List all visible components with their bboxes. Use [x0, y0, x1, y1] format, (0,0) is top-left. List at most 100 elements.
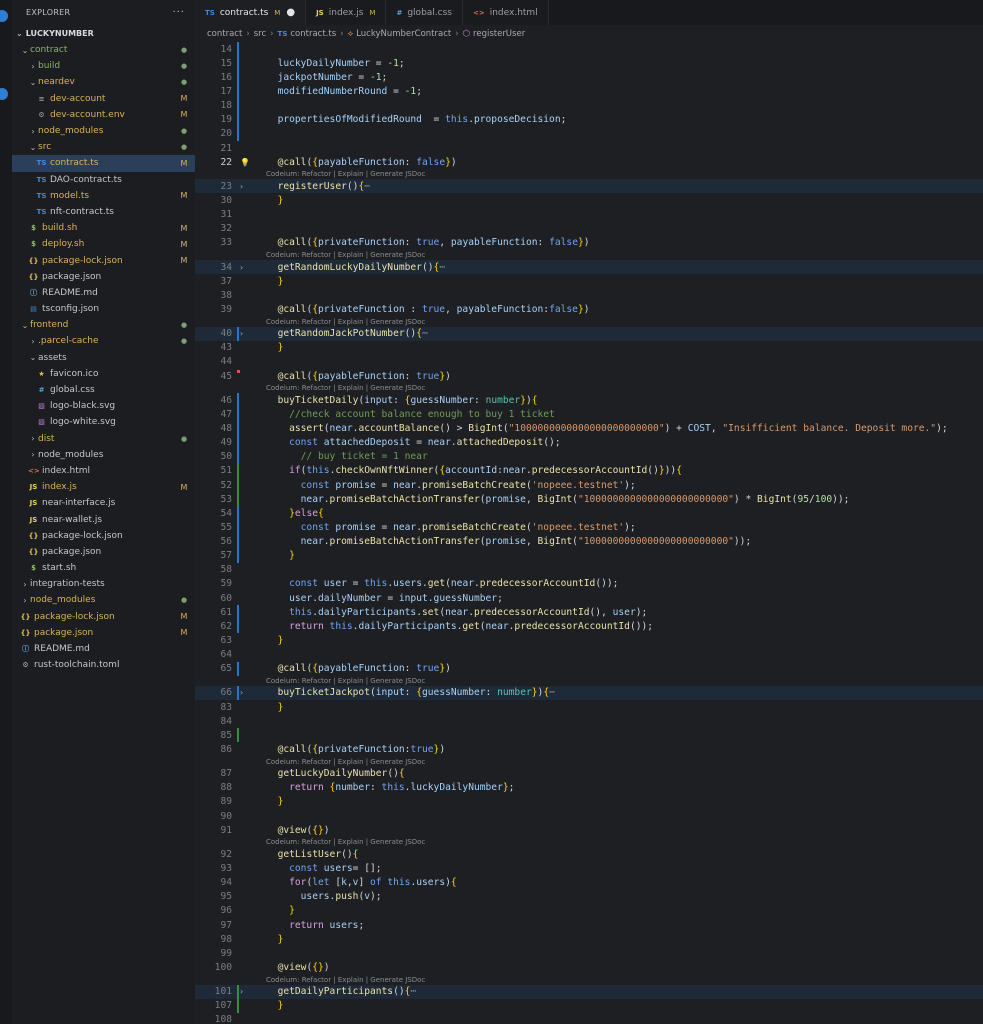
file-item[interactable]: {} package.json	[12, 544, 195, 560]
code-line[interactable]: 65 @call({payableFunction: true})	[195, 661, 983, 676]
folder-item[interactable]: ⌄ neardev ●	[12, 74, 195, 90]
code-line[interactable]: 91 @view({})	[195, 823, 983, 837]
code-line[interactable]: 17 modifiedNumberRound = -1;	[195, 84, 983, 99]
file-item[interactable]: JS near-interface.js	[12, 495, 195, 511]
code-line[interactable]: 59 const user = this.users.get(near.pred…	[195, 577, 983, 591]
code-text[interactable]: user.dailyNumber = input.guessNumber;	[266, 593, 503, 604]
code-line[interactable]: 14	[195, 42, 983, 57]
code-line[interactable]: 108	[195, 1013, 983, 1024]
code-text[interactable]: getRandomJackPotNumber(){⋯	[266, 328, 428, 339]
code-text[interactable]: @view({})	[266, 825, 330, 836]
code-line[interactable]: 44	[195, 355, 983, 369]
folder-item[interactable]: › node_modules	[12, 447, 195, 463]
file-item[interactable]: ⓘ README.md	[12, 285, 195, 301]
codelens-hint[interactable]: Codeium: Refactor | Explain | Generate J…	[195, 676, 983, 686]
folder-item[interactable]: ⌄ frontend ●	[12, 317, 195, 333]
code-line[interactable]: 22 💡 @call({payableFunction: false})	[195, 155, 983, 169]
file-item[interactable]: TS DAO-contract.ts	[12, 172, 195, 188]
code-line[interactable]: 89 }	[195, 795, 983, 809]
code-text[interactable]: const promise = near.promiseBatchCreate(…	[266, 480, 636, 491]
code-line[interactable]: 56 near.promiseBatchActionTransfer(promi…	[195, 534, 983, 549]
code-line[interactable]: 94 for(let [k,v] of this.users){	[195, 876, 983, 890]
code-text[interactable]: getRandomLuckyDailyNumber(){⋯	[266, 262, 446, 273]
code-text[interactable]: //check account balance enough to buy 1 …	[266, 409, 555, 420]
code-text[interactable]: }	[266, 796, 284, 807]
file-item[interactable]: # global.css	[12, 382, 195, 398]
codelens-hint[interactable]: Codeium: Refactor | Explain | Generate J…	[195, 317, 983, 327]
folder-item[interactable]: ⌄ contract ●	[12, 42, 195, 58]
code-line[interactable]: 52 const promise = near.promiseBatchCrea…	[195, 477, 983, 493]
code-line[interactable]: 61 this.dailyParticipants.set(near.prede…	[195, 605, 983, 620]
code-text[interactable]: }	[266, 276, 284, 287]
unsaved-dot-icon[interactable]: ●	[286, 7, 295, 18]
code-line[interactable]: 50 // buy ticket = 1 near	[195, 449, 983, 464]
fold-chevron-icon[interactable]: ›	[240, 182, 243, 191]
more-actions-icon[interactable]: ···	[172, 7, 185, 18]
file-item[interactable]: <> index.html	[12, 463, 195, 479]
code-text[interactable]: }	[266, 342, 284, 353]
code-text[interactable]: const user = this.users.get(near.predece…	[266, 578, 618, 589]
code-text[interactable]: }	[266, 934, 284, 945]
file-item[interactable]: JS index.js M	[12, 479, 195, 495]
file-item[interactable]: TS nft-contract.ts	[12, 204, 195, 220]
code-text[interactable]: getListUser(){	[266, 849, 359, 860]
code-line[interactable]: 100 @view({})	[195, 960, 983, 974]
file-item[interactable]: JS near-wallet.js	[12, 511, 195, 527]
codelens-hint[interactable]: Codeium: Refactor | Explain | Generate J…	[195, 250, 983, 260]
code-line[interactable]: 90	[195, 809, 983, 823]
codelens-hint[interactable]: Codeium: Refactor | Explain | Generate J…	[195, 975, 983, 985]
code-text[interactable]: @call({payableFunction: true})	[266, 371, 451, 382]
code-text[interactable]: luckyDailyNumber = -1;	[266, 58, 405, 69]
code-text[interactable]: @call({privateFunction: true, payableFun…	[266, 237, 590, 248]
file-item[interactable]: {} package.json M	[12, 625, 195, 641]
code-line[interactable]: 21	[195, 141, 983, 155]
fold-chevron-icon[interactable]: ›	[240, 987, 243, 996]
codelens-text[interactable]: Codeium: Refactor | Explain | Generate J…	[266, 976, 425, 984]
file-item[interactable]: {} package-lock.json M	[12, 609, 195, 625]
code-text[interactable]: modifiedNumberRound = -1;	[266, 86, 422, 97]
explorer-activity-icon[interactable]	[0, 10, 8, 22]
code-line[interactable]: 101 › getDailyParticipants(){⋯	[195, 984, 983, 999]
code-line[interactable]: 19 propertiesOfModifiedRound = this.prop…	[195, 112, 983, 127]
code-line[interactable]: 20	[195, 126, 983, 141]
code-text[interactable]: }	[266, 905, 295, 916]
code-line[interactable]: 23 › registerUser(){⋯	[195, 179, 983, 194]
code-line[interactable]: 16 jackpotNumber = -1;	[195, 70, 983, 85]
code-line[interactable]: 58	[195, 563, 983, 577]
code-text[interactable]: users.push(v);	[266, 891, 382, 902]
code-line[interactable]: 64	[195, 648, 983, 662]
code-line[interactable]: 51 if(this.checkOwnNftWinner({accountId:…	[195, 463, 983, 478]
code-line[interactable]: 95 users.push(v);	[195, 890, 983, 904]
code-line[interactable]: 97 return users;	[195, 918, 983, 932]
file-item[interactable]: ★ favicon.ico	[12, 366, 195, 382]
code-line[interactable]: 43 }	[195, 341, 983, 355]
folder-item[interactable]: › integration-tests	[12, 576, 195, 592]
file-item[interactable]: TS contract.ts M	[12, 155, 195, 172]
code-line[interactable]: 99	[195, 946, 983, 960]
code-line[interactable]: 33 @call({privateFunction: true, payable…	[195, 236, 983, 250]
folder-item[interactable]: ⌄ src ●	[12, 139, 195, 155]
code-line[interactable]: 39 @call({privateFunction : true, payabl…	[195, 302, 983, 316]
breadcrumb-src[interactable]: src	[254, 29, 266, 39]
folder-item[interactable]: › dist ●	[12, 431, 195, 447]
code-text[interactable]: const attachedDeposit = near.attachedDep…	[266, 437, 561, 448]
folder-item[interactable]: › .parcel-cache ●	[12, 333, 195, 349]
code-text[interactable]: @call({payableFunction: true})	[266, 663, 451, 674]
code-text[interactable]: @call({privateFunction:true})	[266, 744, 446, 755]
code-line[interactable]: 40 › getRandomJackPotNumber(){⋯	[195, 326, 983, 341]
code-line[interactable]: 98 }	[195, 932, 983, 946]
code-text[interactable]: assert(near.accountBalance() > BigInt("1…	[266, 423, 948, 434]
code-line[interactable]: 84	[195, 714, 983, 728]
code-line[interactable]: 30 }	[195, 193, 983, 207]
codelens-text[interactable]: Codeium: Refactor | Explain | Generate J…	[266, 384, 425, 392]
folder-item[interactable]: › node_modules ●	[12, 592, 195, 608]
code-text[interactable]: @call({privateFunction : true, payableFu…	[266, 304, 590, 315]
code-text[interactable]: }	[266, 195, 284, 206]
code-text[interactable]: getLuckyDailyNumber(){	[266, 768, 405, 779]
lightbulb-icon[interactable]: 💡	[240, 158, 250, 167]
codelens-text[interactable]: Codeium: Refactor | Explain | Generate J…	[266, 318, 425, 326]
file-item[interactable]: ▤ tsconfig.json	[12, 301, 195, 317]
file-item[interactable]: $ deploy.sh M	[12, 236, 195, 252]
code-line[interactable]: 55 const promise = near.promiseBatchCrea…	[195, 520, 983, 535]
file-item[interactable]: {} package-lock.json M	[12, 252, 195, 268]
